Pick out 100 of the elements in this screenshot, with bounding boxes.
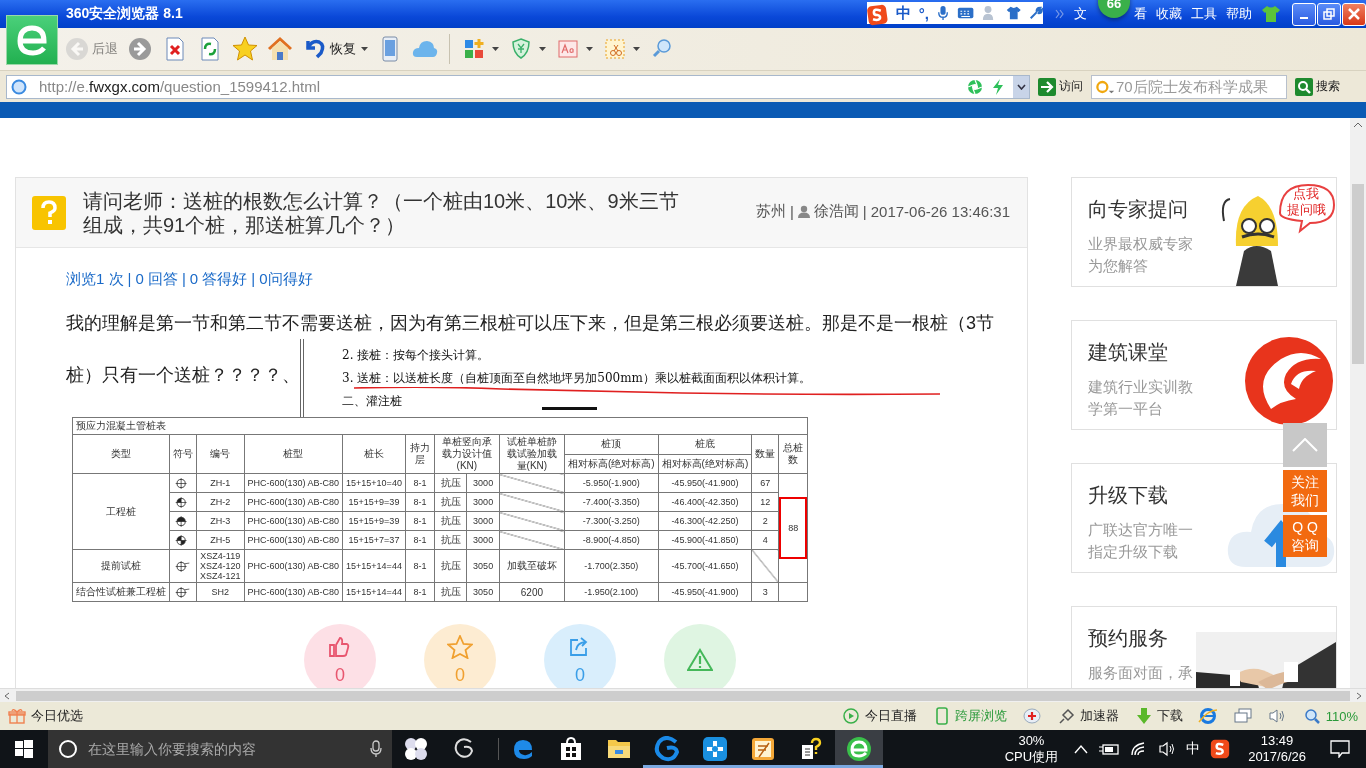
table-cell: 工程桩 — [72, 473, 170, 550]
house-icon — [267, 36, 293, 62]
column-header: 持力层 — [405, 434, 435, 474]
notification-icon[interactable] — [1330, 740, 1350, 758]
menu-item[interactable]: 看 — [1134, 5, 1147, 23]
restore-button[interactable]: 恢复 — [300, 34, 370, 64]
question-body-line: 桩）只有一个送桩？？？？、 — [66, 364, 300, 387]
menu-item[interactable]: 帮助 — [1226, 5, 1252, 23]
table-cell: 3050 — [466, 549, 500, 583]
microphone-icon[interactable] — [936, 4, 949, 22]
menu-item[interactable]: 文 — [1074, 5, 1087, 23]
chevron-icon[interactable] — [1055, 9, 1065, 19]
table-cell: SH2 — [196, 582, 245, 602]
punctuation-toggle[interactable]: °, — [918, 4, 929, 22]
table-cell: -45.950(-41.900) — [658, 473, 752, 493]
arrow-icon — [1038, 77, 1056, 96]
table-cell: ZH-5 — [196, 530, 245, 550]
taskbar-button[interactable] — [835, 730, 883, 768]
sogou-logo-icon[interactable] — [1210, 739, 1231, 759]
table-cell: -7.400(-3.350) — [564, 492, 659, 512]
microphone-icon[interactable] — [370, 740, 382, 758]
battery-icon[interactable] — [1098, 742, 1121, 756]
windows-icon — [1232, 707, 1253, 725]
column-header: 桩型 — [244, 434, 343, 474]
pile-symbol-icon — [175, 586, 190, 598]
search-engine-icon — [1096, 78, 1116, 95]
daily-picks-link[interactable]: 今日优选 — [31, 707, 83, 725]
table-cell: ZH-2 — [196, 492, 245, 512]
circle-icon[interactable] — [58, 739, 78, 759]
restore-button[interactable] — [1317, 2, 1341, 26]
ie-logo-icon — [1197, 707, 1218, 725]
table-cell: 3000 — [466, 473, 500, 493]
taskbar-search-field[interactable]: 在这里输入你要搜索的内容 — [86, 740, 362, 758]
caret-icon[interactable] — [1074, 744, 1089, 754]
table-cell: PHC-600(130) AB-C80 — [244, 511, 343, 531]
shirt-icon[interactable] — [1261, 5, 1281, 23]
ime-mode[interactable]: 中 — [895, 3, 911, 23]
table-cell: 加载至破坏 — [499, 549, 565, 583]
go-button[interactable]: 访问 — [1038, 77, 1083, 96]
windows-status-button[interactable] — [1232, 707, 1253, 725]
input-method-indicator[interactable]: 中 — [1186, 740, 1201, 758]
speech-bubble-text: 点我 提问哦 — [1285, 186, 1327, 218]
card-title: 向专家提问 — [1088, 197, 1189, 222]
promo-card[interactable]: 建筑课堂 建筑行业实训教 学第一平台 — [1071, 320, 1337, 430]
menu-item[interactable]: 工具 — [1191, 5, 1217, 23]
table-cell: -45.950(-41.900) — [658, 582, 752, 602]
caret-icon — [633, 47, 640, 51]
download-status-button[interactable]: 下载 — [1133, 707, 1183, 725]
report-button[interactable] — [664, 624, 736, 688]
wrench-icon[interactable] — [1029, 5, 1043, 21]
clock[interactable]: 13:49 2017/6/26 — [1248, 733, 1306, 765]
taskbar-search-box[interactable]: 在这里输入你要搜索的内容 — [48, 730, 392, 768]
promo-card[interactable]: 向专家提问 业界最权威专家 为您解答 点我 提问哦 — [1071, 177, 1337, 287]
volume-icon[interactable] — [1158, 741, 1177, 757]
table-cell: 8-1 — [405, 473, 435, 493]
browser-logo-icon[interactable] — [6, 15, 58, 65]
sogou-logo-icon[interactable] — [867, 3, 888, 27]
ie-status-button[interactable] — [1197, 707, 1218, 725]
table-cell: 8-1 — [405, 511, 435, 531]
table-cell: 提前试桩 — [72, 549, 170, 583]
dash-mark — [542, 407, 597, 410]
column-header: 单桩竖向承载力设计值(KN) — [434, 434, 500, 474]
table-cell: 3000 — [466, 492, 500, 512]
medic-status-button[interactable] — [1021, 707, 1042, 725]
minimize-button[interactable] — [1292, 2, 1316, 26]
vertical-scrollbar[interactable] — [1350, 118, 1366, 688]
search-field[interactable]: 70后院士发布科学成果 — [1091, 74, 1287, 99]
location-link[interactable]: 苏州 — [755, 202, 786, 221]
author-link[interactable]: 徐浩闻 — [813, 202, 859, 221]
stat-link[interactable]: 0 答得好 — [189, 270, 248, 289]
card-subtitle: 指定升级下载 — [1088, 542, 1179, 562]
search-button[interactable]: 搜索 — [1295, 77, 1340, 96]
cpu-usage-widget[interactable]: 30% CPU使用 — [1004, 733, 1059, 765]
stat-link[interactable]: 0问得好 — [259, 270, 313, 289]
up-chevron-icon — [1292, 438, 1318, 452]
promo-card[interactable]: 预约服务 服务面对面，承 — [1071, 606, 1337, 688]
total-count: 88 — [779, 497, 808, 559]
accel-status-button[interactable]: 加速器 — [1056, 707, 1119, 725]
spiral-icon — [654, 736, 680, 762]
table-cell: -1.700(2.350) — [564, 549, 659, 583]
post-time: 2017-06-26 13:46:31 — [870, 203, 1010, 220]
shirt-icon[interactable] — [1005, 5, 1022, 21]
plus-tile-icon — [702, 736, 728, 762]
table-cell: PHC-600(130) AB-C80 — [244, 549, 343, 583]
table-cell: 3050 — [466, 582, 500, 602]
table-cell: 6200 — [499, 582, 565, 602]
restore-icon — [1323, 8, 1335, 20]
keyboard-icon[interactable] — [956, 6, 975, 20]
live-status-button[interactable]: 今日直播 — [841, 707, 917, 725]
user-icon — [797, 205, 810, 218]
close-button[interactable] — [1342, 2, 1366, 26]
address-field[interactable]: http://e.fwxgx.com/question_1599412.html — [6, 74, 1030, 99]
scrollbar-thumb[interactable] — [1352, 184, 1364, 364]
table-cell: 15+15+10=40 — [342, 473, 406, 493]
scrollbar-thumb[interactable] — [16, 690, 1350, 701]
menu-item[interactable]: 收藏 — [1156, 5, 1182, 23]
dropdown-button[interactable] — [1013, 75, 1029, 98]
stat-link[interactable]: 0 回答 — [135, 270, 178, 289]
table-cell: PHC-600(130) AB-C80 — [244, 582, 343, 602]
stat-link[interactable]: 浏览1 次 — [66, 270, 124, 289]
